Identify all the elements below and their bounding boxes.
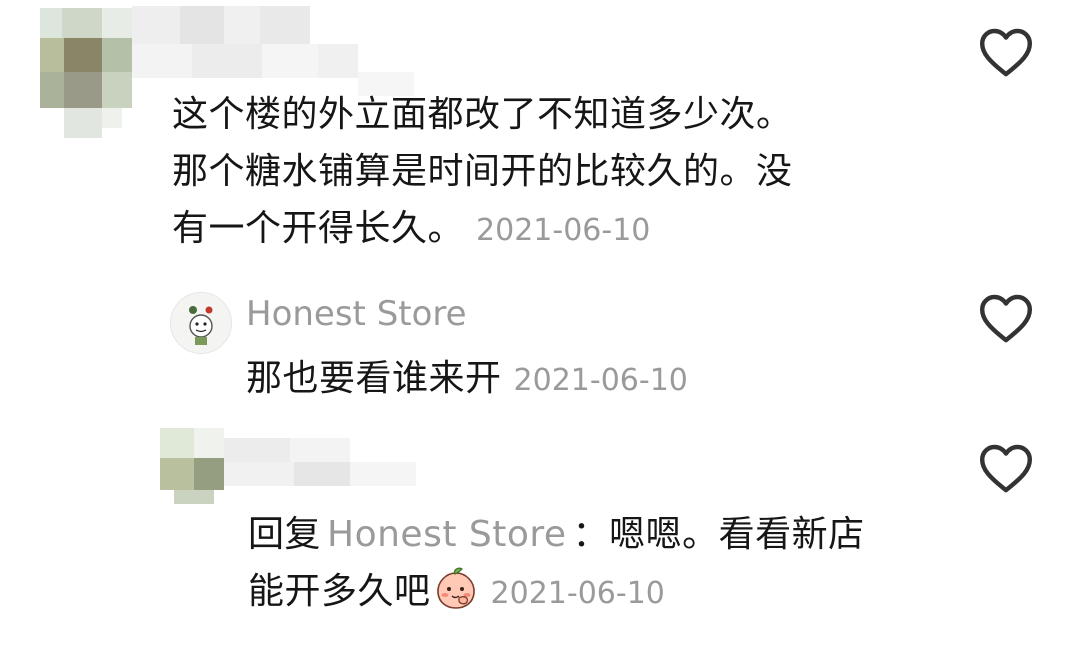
comment-body: 那也要看谁来开 2021-06-10: [246, 350, 946, 409]
comment-line: 有一个开得长久。 2021-06-10: [172, 200, 952, 259]
comment-text: 那也要看谁来开: [246, 358, 502, 399]
cartoon-avatar-icon: [171, 293, 231, 353]
heart-outline-icon[interactable]: [978, 292, 1034, 344]
comment-body: 回复 Honest Store ：嗯嗯。看看新店 能开多久吧 2021-06-10: [248, 506, 968, 622]
reply-colon: ：: [572, 514, 610, 555]
reply-prefix: 回复: [248, 514, 322, 555]
comment-date: 2021-06-10: [476, 213, 651, 248]
heart-outline-icon[interactable]: [978, 26, 1034, 78]
peach-emoji-icon: [436, 567, 475, 609]
comment-line: 那个糖水铺算是时间开的比较久的。没: [172, 151, 793, 192]
comment-date: 2021-06-10: [490, 576, 665, 611]
reply-to-username[interactable]: Honest Store: [327, 514, 567, 555]
comment-date: 2021-06-10: [513, 363, 688, 398]
avatar[interactable]: [170, 292, 232, 354]
comment-line: 能开多久吧 2021-06-10: [248, 563, 968, 622]
comment-line: 回复 Honest Store ：嗯嗯。看看新店: [248, 506, 968, 563]
comment-line-text: 有一个开得长久。: [172, 208, 465, 249]
heart-outline-icon[interactable]: [978, 442, 1034, 494]
comment-text: 能开多久吧: [248, 571, 431, 612]
comment-text: 嗯嗯。看看新店: [609, 514, 865, 555]
comment-body: 这个楼的外立面都改了不知道多少次。 那个糖水铺算是时间开的比较久的。没 有一个开…: [172, 86, 952, 259]
username[interactable]: Honest Store: [246, 294, 467, 334]
comment-line: 这个楼的外立面都改了不知道多少次。: [172, 94, 793, 135]
